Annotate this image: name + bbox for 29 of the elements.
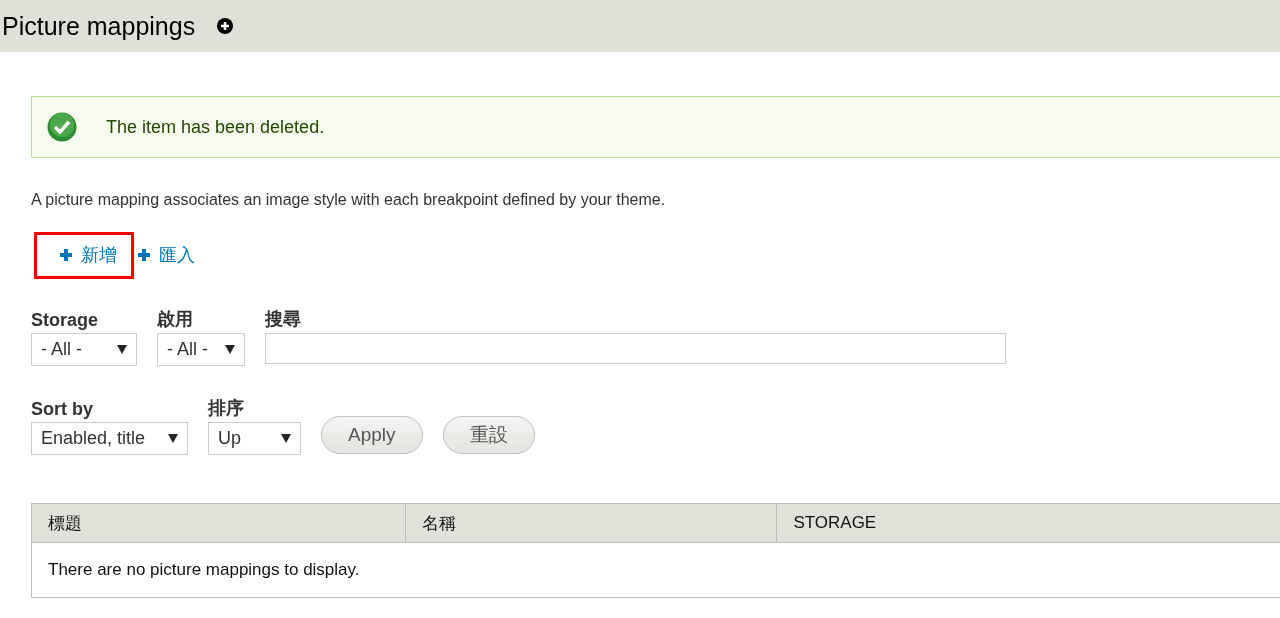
dropdown-arrow-icon [168,434,178,443]
reset-button[interactable]: 重設 [442,416,535,454]
select-field[interactable]: - All - [31,333,137,366]
search-field[interactable] [265,333,1006,364]
dropdown-arrow-icon [281,434,291,443]
column-header: 名稱 [405,503,777,543]
select-field[interactable]: - All - [157,333,245,366]
field-label: Sort by [31,399,94,420]
column-header: STORAGE [776,503,1280,543]
column-header: 標題 [31,503,406,543]
action-link[interactable]: 匯入 [134,231,214,279]
select-field[interactable]: Up [208,422,301,455]
empty-message: There are no picture mappings to display. [31,542,1280,598]
field-label: 搜尋 [265,308,302,331]
description-text: A picture mapping associates an image style with each breakpoint defined by your theme. [31,191,667,209]
check-icon [47,112,77,142]
field-label: 排序 [208,397,245,420]
page-title: Picture mappings [2,11,196,41]
highlighted-link[interactable]: 新增 [34,231,134,279]
dropdown-arrow-icon [117,345,127,354]
field-label: 啟用 [157,308,194,331]
plus-icon [137,248,151,262]
select-field[interactable]: Enabled, title [31,422,188,455]
plus-icon [59,248,73,262]
add-icon[interactable] [217,18,234,34]
dropdown-arrow-icon [225,345,235,354]
message-text: The item has been deleted. [106,116,325,138]
apply-button[interactable]: Apply [321,416,423,454]
field-label: Storage [31,310,100,331]
